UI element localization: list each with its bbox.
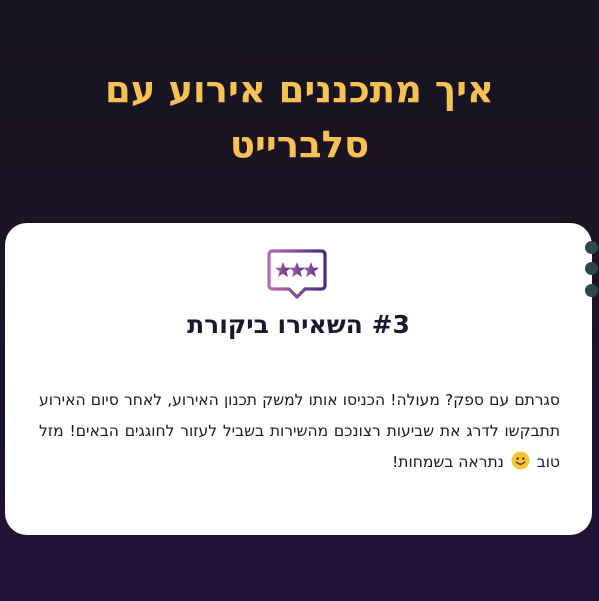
card-paragraph: סגרתם עם ספק? מעולה! הכניסו אותו למשק תכ…	[39, 385, 560, 478]
carousel-dots	[585, 241, 599, 297]
carousel-dot-2[interactable]	[585, 262, 598, 275]
carousel-dot-1[interactable]	[585, 241, 598, 254]
carousel-dot-3[interactable]	[585, 284, 598, 297]
review-card: #3 השאירו ביקורת סגרתם עם ספק? מעולה! הכ…	[5, 223, 592, 535]
page-title: איך מתכננים אירוע עם סלברייט	[105, 68, 494, 166]
card-paragraph-closing: נתראה בשמחות!	[392, 453, 504, 471]
smiling-face-emoji-icon	[511, 451, 530, 470]
card-heading: #3 השאירו ביקורת	[187, 310, 410, 339]
review-stars-speech-bubble-icon	[267, 249, 327, 299]
